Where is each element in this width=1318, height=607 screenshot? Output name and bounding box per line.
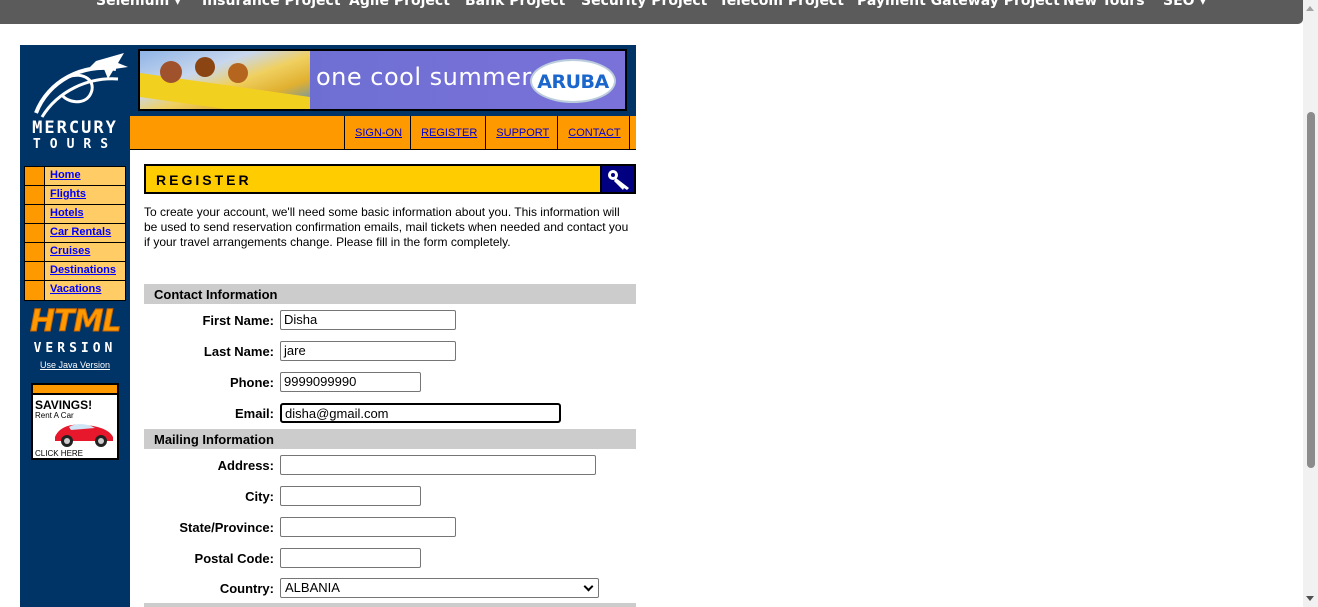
use-java-version-link[interactable]: Use Java Version bbox=[20, 360, 130, 370]
email-label: Email: bbox=[234, 406, 274, 421]
sidebar-item-hotels[interactable]: Hotels bbox=[45, 205, 125, 223]
chevron-down-icon bbox=[583, 581, 594, 592]
main-nav-links: SIGN-ON REGISTER SUPPORT CONTACT bbox=[344, 116, 630, 150]
page-title: REGISTER bbox=[156, 172, 252, 188]
state-province-input[interactable] bbox=[280, 517, 456, 537]
phone-label: Phone: bbox=[229, 375, 274, 390]
nav-selenium[interactable]: Selenium ▾ bbox=[96, 0, 181, 9]
section-divider bbox=[144, 603, 636, 607]
country-selected-value: ALBANIA bbox=[285, 580, 340, 595]
nav-agile-project[interactable]: Agile Project bbox=[349, 0, 450, 9]
sidebar-item-cruises[interactable]: Cruises bbox=[45, 243, 125, 261]
nav-bank-project[interactable]: Bank Project bbox=[465, 0, 565, 9]
city-label: City: bbox=[245, 489, 274, 504]
header-banner-area: one cool summer ARUBA bbox=[130, 45, 636, 116]
contact-information-section: Contact Information bbox=[144, 284, 636, 304]
nav-sign-on-link[interactable]: SIGN-ON bbox=[345, 116, 412, 150]
rent-a-car-ad[interactable]: SAVINGS! Rent A Car CLICK HERE bbox=[31, 383, 119, 460]
nav-contact-link[interactable]: CONTACT bbox=[558, 116, 630, 150]
logo-mercury: MERCURY bbox=[32, 118, 118, 138]
postal-code-input[interactable] bbox=[280, 548, 421, 568]
logo-tours: TOURS bbox=[32, 137, 118, 152]
nav-support-link[interactable]: SUPPORT bbox=[486, 116, 559, 150]
nav-seo[interactable]: SEO ▾ bbox=[1163, 0, 1206, 9]
first-name-input[interactable]: Disha bbox=[280, 310, 456, 330]
site-top-nav: Selenium ▾ Insurance Project Agile Proje… bbox=[0, 0, 1303, 24]
aruba-banner[interactable]: one cool summer ARUBA bbox=[138, 49, 627, 111]
html-badge-text: HTML bbox=[30, 304, 123, 339]
nav-security-project[interactable]: Security Project bbox=[581, 0, 707, 9]
aruba-logo: ARUBA bbox=[530, 59, 616, 103]
ad-headline: SAVINGS! bbox=[35, 398, 93, 412]
postal-code-label: Postal Code: bbox=[194, 551, 274, 566]
address-input[interactable] bbox=[280, 455, 596, 475]
last-name-label: Last Name: bbox=[203, 344, 274, 359]
sidebar-menu: Home Flights Hotels Car Rentals Cruises … bbox=[24, 166, 126, 301]
scroll-thumb[interactable] bbox=[1307, 112, 1315, 468]
nav-telecom-project[interactable]: Telecom Project bbox=[719, 0, 844, 9]
html-version-badge: HTML bbox=[30, 304, 123, 339]
country-label: Country: bbox=[219, 581, 274, 596]
page-scrollbar[interactable] bbox=[1303, 0, 1318, 607]
city-input[interactable] bbox=[280, 486, 421, 506]
sidebar-item-home[interactable]: Home bbox=[45, 167, 125, 185]
sidebar-item-car-rentals[interactable]: Car Rentals bbox=[45, 224, 125, 242]
key-icon bbox=[600, 166, 634, 192]
ad-cta: CLICK HERE bbox=[35, 449, 84, 458]
state-province-label: State/Province: bbox=[179, 520, 274, 535]
address-label: Address: bbox=[217, 458, 274, 473]
airplane-logo-icon bbox=[34, 53, 128, 118]
scroll-up-icon[interactable] bbox=[1306, 6, 1314, 11]
main-nav-bar: SIGN-ON REGISTER SUPPORT CONTACT bbox=[130, 116, 636, 150]
banner-slogan: one cool summer bbox=[316, 63, 532, 91]
nav-new-tours[interactable]: New Tours bbox=[1063, 0, 1145, 9]
sidebar-item-flights[interactable]: Flights bbox=[45, 186, 125, 204]
nav-payment-gateway-project[interactable]: Payment Gateway Project bbox=[857, 0, 1060, 9]
phone-input[interactable]: 9999099990 bbox=[280, 372, 421, 392]
last-name-input[interactable]: jare bbox=[280, 341, 456, 361]
version-label: VERSION bbox=[33, 341, 117, 356]
country-select[interactable]: ALBANIA bbox=[280, 578, 599, 598]
nav-insurance-project[interactable]: Insurance Project bbox=[202, 0, 341, 9]
aruba-logo-text: ARUBA bbox=[537, 71, 609, 93]
sidebar-item-vacations[interactable]: Vacations bbox=[45, 281, 125, 300]
nav-register-link[interactable]: REGISTER bbox=[411, 116, 487, 150]
first-name-label: First Name: bbox=[202, 313, 274, 328]
red-car-icon bbox=[55, 424, 113, 447]
email-input[interactable]: disha@gmail.com bbox=[280, 403, 561, 423]
scroll-down-icon[interactable] bbox=[1306, 596, 1314, 601]
mailing-information-section: Mailing Information bbox=[144, 429, 636, 449]
left-sidebar: MERCURY TOURS Home Flights Hotels Car Re… bbox=[20, 45, 130, 607]
banner-photo bbox=[140, 51, 310, 109]
register-header: REGISTER bbox=[144, 164, 636, 194]
sidebar-item-destinations[interactable]: Destinations bbox=[45, 262, 125, 280]
register-intro-text: To create your account, we'll need some … bbox=[144, 205, 629, 249]
